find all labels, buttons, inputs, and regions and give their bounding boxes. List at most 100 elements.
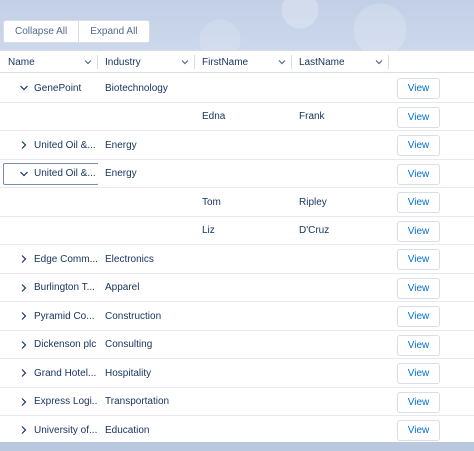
account-row[interactable]: Pyramid Co... Construction View: [0, 302, 474, 331]
view-button[interactable]: View: [397, 306, 440, 327]
industry-cell: [105, 103, 197, 131]
lastname-cell: [299, 131, 391, 159]
view-button[interactable]: View: [397, 135, 440, 156]
column-header-label: Name: [8, 56, 35, 68]
view-button[interactable]: View: [397, 420, 440, 441]
account-row[interactable]: University of... Education View: [0, 416, 474, 445]
name-cell[interactable]: Dickenson plc: [0, 331, 98, 359]
chevron-right-icon[interactable]: [19, 340, 29, 350]
chevron-right-icon[interactable]: [19, 311, 29, 321]
view-button[interactable]: View: [397, 106, 440, 128]
firstname-cell: Edna: [202, 111, 226, 122]
name-cell[interactable]: University of...: [0, 416, 98, 444]
industry-cell: Hospitality: [105, 367, 152, 379]
industry-cell: Electronics: [105, 253, 154, 265]
tree-grid-header: Name Industry FirstName LastName: [0, 51, 474, 73]
name-cell[interactable]: Pyramid Co...: [0, 302, 98, 330]
tree-grid: Name Industry FirstName LastName GenePoi…: [0, 50, 474, 445]
account-name: GenePoint: [34, 82, 82, 94]
chevron-right-icon[interactable]: [19, 397, 29, 407]
chevron-right-icon[interactable]: [19, 254, 29, 264]
account-name: Grand Hotel...: [34, 367, 97, 379]
column-divider[interactable]: [388, 55, 389, 69]
account-row[interactable]: Dickenson plc Consulting View: [0, 331, 474, 359]
chevron-down-icon[interactable]: [180, 57, 190, 67]
chevron-down-icon[interactable]: [277, 57, 287, 67]
contact-row[interactable]: Edna Frank View: [0, 103, 474, 131]
account-row[interactable]: Edge Comm... Electronics View: [0, 245, 474, 274]
account-name: Edge Comm...: [34, 253, 98, 265]
view-button[interactable]: View: [397, 220, 440, 242]
contact-row[interactable]: Liz D'Cruz View: [0, 217, 474, 245]
view-button[interactable]: View: [397, 391, 440, 413]
expand-all-button[interactable]: Expand All: [78, 21, 149, 42]
lastname-cell: [299, 160, 391, 188]
account-name: Burlington T...: [34, 282, 95, 293]
account-name: Express Logi...: [34, 396, 98, 407]
industry-cell: Education: [105, 424, 150, 436]
name-cell[interactable]: Edge Comm...: [0, 245, 98, 273]
chevron-down-icon[interactable]: [83, 57, 93, 67]
account-row[interactable]: United Oil &... Energy View: [0, 160, 474, 188]
chevron-right-icon[interactable]: [19, 425, 29, 435]
name-cell[interactable]: United Oil &...: [0, 160, 98, 188]
account-row[interactable]: United Oil &... Energy View: [0, 131, 474, 160]
collapse-all-button[interactable]: Collapse All: [4, 21, 79, 42]
chevron-right-icon[interactable]: [19, 283, 29, 293]
name-cell: [0, 103, 98, 131]
view-button[interactable]: View: [397, 78, 440, 99]
account-name: Dickenson plc: [34, 339, 97, 350]
name-cell: [0, 217, 98, 245]
lastname-cell: [299, 416, 391, 444]
name-cell[interactable]: Express Logi...: [0, 388, 98, 416]
name-cell[interactable]: Grand Hotel...: [0, 359, 98, 387]
industry-cell: Energy: [105, 139, 137, 151]
column-header-lastname[interactable]: LastName: [291, 51, 388, 73]
name-cell[interactable]: Burlington T...: [0, 274, 98, 302]
view-button[interactable]: View: [397, 277, 440, 299]
firstname-cell: [202, 302, 294, 330]
column-header-industry[interactable]: Industry: [97, 51, 194, 73]
view-button[interactable]: View: [397, 192, 440, 213]
firstname-cell: [202, 388, 294, 416]
name-cell[interactable]: GenePoint: [0, 74, 98, 102]
lastname-cell: [299, 359, 391, 387]
firstname-cell: [202, 74, 294, 102]
lastname-cell: D'Cruz: [299, 225, 330, 236]
contact-row[interactable]: Tom Ripley View: [0, 188, 474, 217]
view-button[interactable]: View: [397, 334, 440, 356]
view-button[interactable]: View: [397, 249, 440, 270]
column-header-label: Industry: [105, 56, 141, 68]
lastname-cell: [299, 274, 391, 302]
name-cell[interactable]: United Oil &...: [0, 131, 98, 159]
chevron-down-icon[interactable]: [19, 83, 29, 93]
expand-collapse-button-group: Collapse All Expand All: [3, 20, 150, 43]
name-cell: [0, 188, 98, 216]
lastname-cell: Ripley: [299, 196, 327, 208]
industry-cell: Consulting: [105, 339, 153, 350]
page-footer-background: [0, 442, 474, 451]
chevron-down-icon[interactable]: [374, 57, 384, 67]
account-row[interactable]: Grand Hotel... Hospitality View: [0, 359, 474, 388]
account-row[interactable]: Express Logi... Transportation View: [0, 388, 474, 416]
column-header-firstname[interactable]: FirstName: [194, 51, 291, 73]
lastname-cell: Frank: [299, 111, 325, 122]
view-button[interactable]: View: [397, 163, 440, 185]
account-name: Pyramid Co...: [34, 310, 95, 322]
account-row[interactable]: GenePoint Biotechnology View: [0, 74, 474, 103]
firstname-cell: [202, 331, 294, 359]
column-header-name[interactable]: Name: [0, 51, 97, 73]
lastname-cell: [299, 74, 391, 102]
lastname-cell: [299, 331, 391, 359]
chevron-down-icon[interactable]: [19, 169, 29, 179]
account-name: United Oil &...: [34, 168, 96, 179]
firstname-cell: [202, 131, 294, 159]
firstname-cell: [202, 274, 294, 302]
account-name: University of...: [34, 424, 98, 436]
view-button[interactable]: View: [397, 363, 440, 384]
chevron-right-icon[interactable]: [19, 368, 29, 378]
chevron-right-icon[interactable]: [19, 140, 29, 150]
account-row[interactable]: Burlington T... Apparel View: [0, 274, 474, 302]
industry-cell: [105, 217, 197, 245]
firstname-cell: Tom: [202, 196, 221, 208]
